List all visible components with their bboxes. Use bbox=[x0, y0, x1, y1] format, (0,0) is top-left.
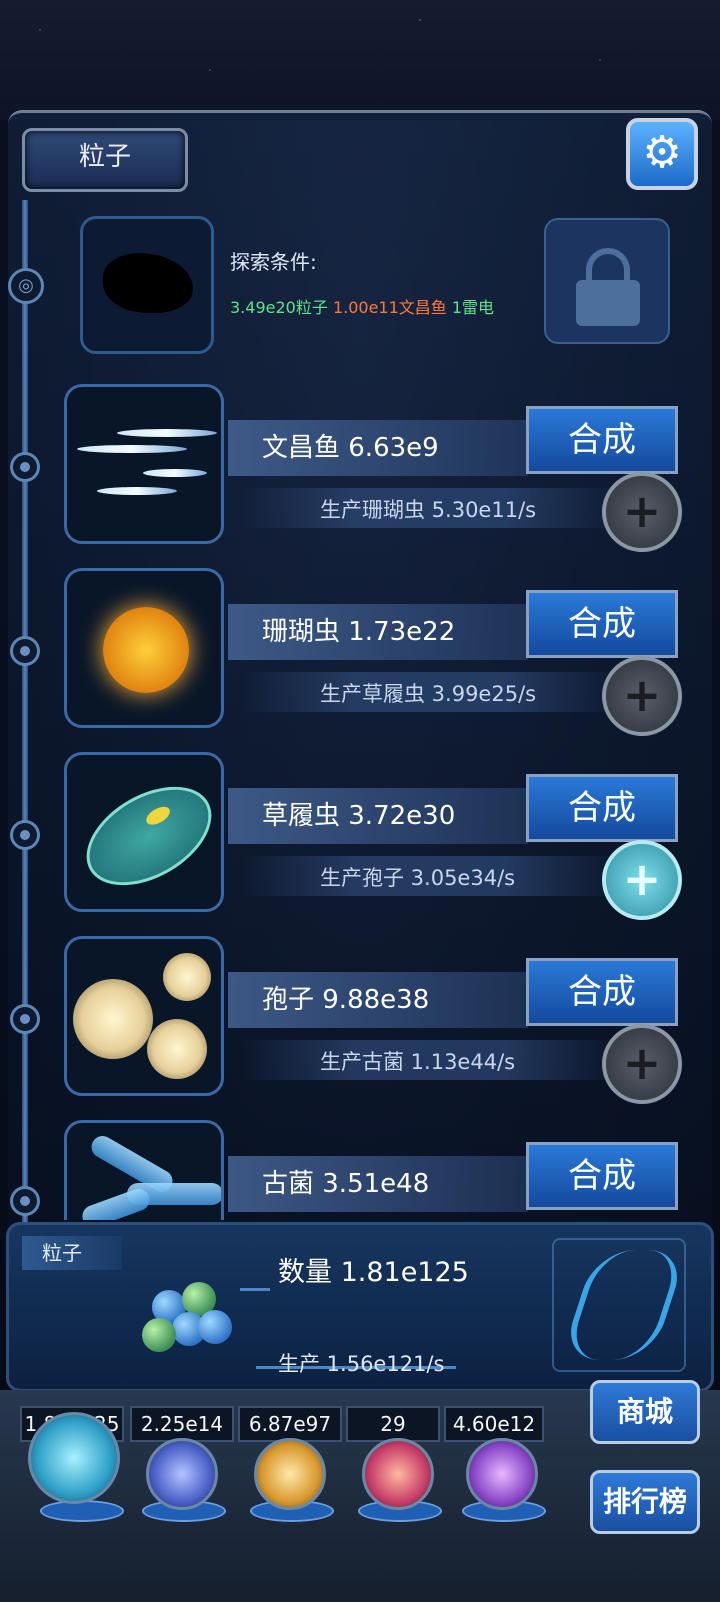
lock-icon bbox=[586, 248, 630, 284]
explore-conditions: 3.49e20粒子 1.00e11文昌鱼 1雷电 bbox=[230, 298, 495, 317]
creature-row: 珊瑚虫 1.73e22 生产草履虫 3.99e25/s 合成 + bbox=[0, 568, 720, 738]
creature-row: 古菌 3.51e48 合成 bbox=[0, 1120, 720, 1220]
add-plus-icon[interactable]: + bbox=[602, 472, 682, 552]
galaxy-orb-icon[interactable] bbox=[254, 1438, 326, 1510]
craft-button[interactable]: 合成 bbox=[526, 590, 678, 658]
settings-gear-icon[interactable]: ⚙ bbox=[626, 118, 698, 190]
space-background bbox=[0, 0, 720, 120]
paramecium-thumbnail bbox=[64, 752, 224, 912]
brain-orb-icon[interactable] bbox=[362, 1438, 434, 1510]
resource-quantity: 数量 1.81e125 bbox=[278, 1257, 469, 1288]
leaderboard-button[interactable]: 排行榜 bbox=[590, 1470, 700, 1534]
explore-lock-button[interactable] bbox=[544, 218, 670, 344]
coral-polyp-thumbnail bbox=[64, 568, 224, 728]
creature-rate: 生产珊瑚虫 5.30e11/s bbox=[320, 498, 537, 522]
particle-orb-icon[interactable] bbox=[28, 1412, 120, 1504]
creature-row: 孢子 9.88e38 生产古菌 1.13e44/s 合成 + bbox=[0, 936, 720, 1106]
resource-production: 生产 1.56e121/s bbox=[278, 1352, 445, 1376]
creature-silhouette bbox=[103, 253, 193, 313]
creature-rate: 生产孢子 3.05e34/s bbox=[320, 866, 516, 890]
info-tab: 粒子 bbox=[22, 1236, 122, 1270]
resource-value: 6.87e97 bbox=[238, 1406, 342, 1442]
vortex-orb-icon[interactable] bbox=[466, 1438, 538, 1510]
craft-button[interactable]: 合成 bbox=[526, 1142, 678, 1210]
lightning-orb-icon[interactable] bbox=[146, 1438, 218, 1510]
creature-name: 孢子 9.88e38 bbox=[262, 985, 430, 1015]
creature-row: 文昌鱼 6.63e9 生产珊瑚虫 5.30e11/s 合成 + bbox=[0, 384, 720, 554]
creature-rate: 生产古菌 1.13e44/s bbox=[320, 1050, 516, 1074]
resource-value: 29 bbox=[346, 1406, 440, 1442]
add-plus-icon[interactable]: + bbox=[602, 840, 682, 920]
lock-node-icon: ◎ bbox=[8, 268, 44, 304]
creature-name: 古菌 3.51e48 bbox=[262, 1169, 430, 1199]
add-plus-icon[interactable]: + bbox=[602, 656, 682, 736]
creature-row: 草履虫 3.72e30 生产孢子 3.05e34/s 合成 + bbox=[0, 752, 720, 922]
resource-value: 4.60e12 bbox=[444, 1406, 544, 1442]
dna-icon[interactable] bbox=[552, 1238, 688, 1372]
creature-name: 珊瑚虫 1.73e22 bbox=[262, 617, 456, 647]
lancelet-thumbnail bbox=[64, 384, 224, 544]
archaea-thumbnail bbox=[64, 1120, 224, 1220]
creature-rate: 生产草履虫 3.99e25/s bbox=[320, 682, 537, 706]
craft-button[interactable]: 合成 bbox=[526, 406, 678, 474]
spore-thumbnail bbox=[64, 936, 224, 1096]
add-plus-icon[interactable]: + bbox=[602, 1024, 682, 1104]
creature-name: 草履虫 3.72e30 bbox=[262, 801, 456, 831]
creature-name: 文昌鱼 6.63e9 bbox=[262, 433, 439, 463]
shop-button[interactable]: 商城 bbox=[590, 1380, 700, 1444]
explore-condition-label: 探索条件: bbox=[230, 250, 317, 274]
particle-icon bbox=[142, 1280, 238, 1360]
locked-creature-thumbnail bbox=[80, 216, 214, 354]
resource-value: 2.25e14 bbox=[130, 1406, 234, 1442]
craft-button[interactable]: 合成 bbox=[526, 774, 678, 842]
category-tab[interactable]: 粒子 bbox=[22, 128, 188, 192]
craft-button[interactable]: 合成 bbox=[526, 958, 678, 1026]
